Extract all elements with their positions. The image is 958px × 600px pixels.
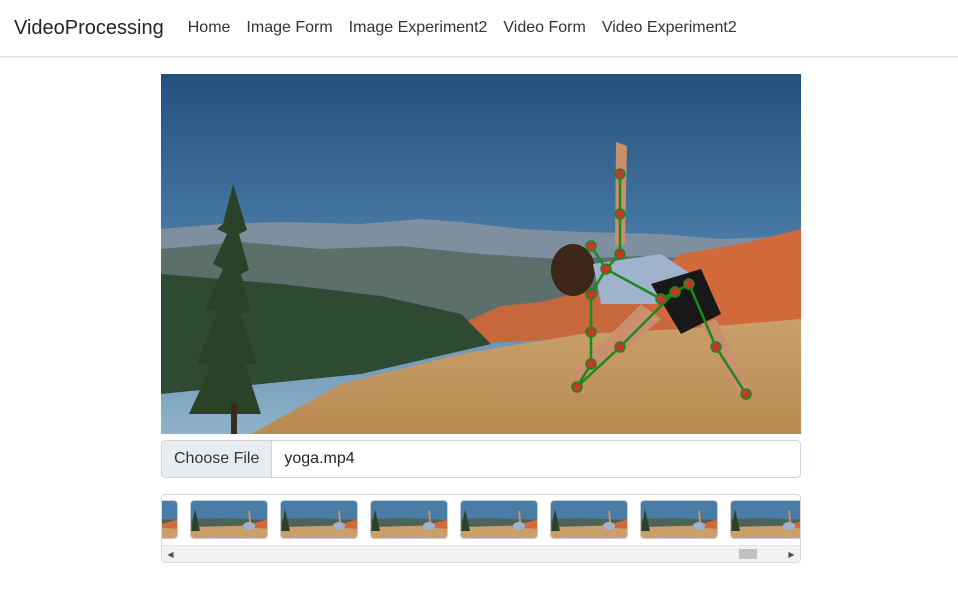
frame-thumbnail[interactable] — [640, 500, 718, 539]
horizontal-scrollbar[interactable]: ◀ ▶ — [162, 545, 800, 562]
triangle-right-icon[interactable]: ▶ — [783, 546, 800, 562]
pose-frame-image — [161, 74, 801, 434]
frame-thumbnail[interactable] — [162, 500, 178, 539]
nav-link-video-form[interactable]: Video Form — [495, 19, 593, 37]
frame-thumbnail[interactable] — [730, 500, 800, 539]
scrollbar-thumb[interactable] — [739, 549, 757, 559]
triangle-left-icon[interactable]: ◀ — [162, 546, 179, 562]
navbar: VideoProcessing Home Image Form Image Ex… — [0, 0, 958, 57]
choose-file-button[interactable]: Choose File — [162, 441, 273, 477]
frame-thumbnail[interactable] — [460, 500, 538, 539]
nav-link-home[interactable]: Home — [180, 19, 239, 37]
nav-link-image-experiment2[interactable]: Image Experiment2 — [341, 19, 496, 37]
selected-file-name: yoga.mp4 — [284, 450, 355, 467]
video-frame[interactable] — [161, 74, 801, 434]
frame-thumbnail-strip[interactable]: ◀ ▶ — [161, 494, 801, 563]
nav-link-video-experiment2[interactable]: Video Experiment2 — [594, 19, 745, 37]
frame-thumbnail[interactable] — [550, 500, 628, 539]
brand-link[interactable]: VideoProcessing — [14, 17, 164, 40]
frame-thumbnail[interactable] — [370, 500, 448, 539]
nav-link-image-form[interactable]: Image Form — [238, 19, 340, 37]
video-file-input[interactable]: Choose File yoga.mp4 — [161, 440, 801, 478]
thumbnail-track — [162, 500, 800, 540]
frame-thumbnail[interactable] — [190, 500, 268, 539]
frame-thumbnail[interactable] — [280, 500, 358, 539]
